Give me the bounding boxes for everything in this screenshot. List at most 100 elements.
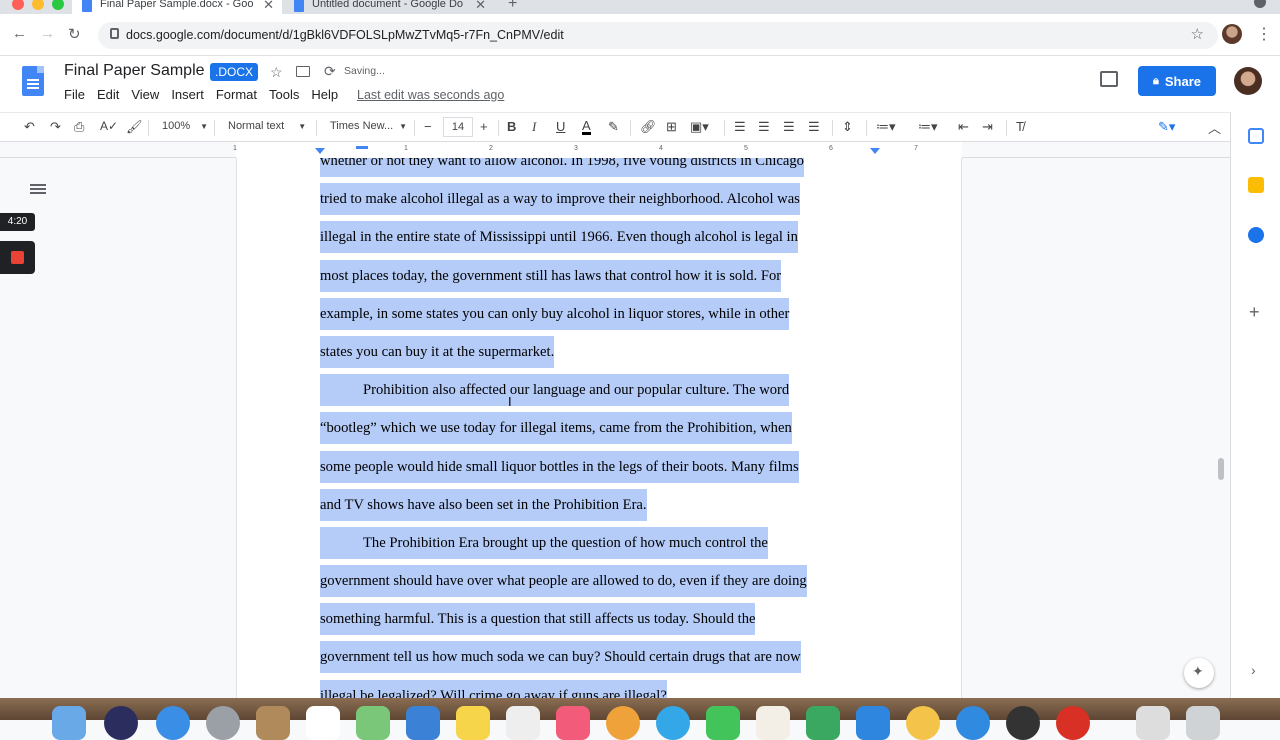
- app-store-icon[interactable]: [956, 706, 990, 740]
- style-select[interactable]: Normal text ▼: [228, 120, 306, 132]
- vertical-scrollbar[interactable]: [1218, 458, 1224, 480]
- increase-font-size-button[interactable]: +: [480, 119, 488, 134]
- profile-menu-icon[interactable]: [1254, 0, 1266, 8]
- docs-logo-icon[interactable]: [22, 66, 44, 96]
- facetime-icon[interactable]: [656, 706, 690, 740]
- calendar-icon[interactable]: [1248, 128, 1264, 144]
- move-folder-icon[interactable]: [296, 66, 310, 77]
- close-window-button[interactable]: [12, 0, 24, 10]
- last-edit-link[interactable]: Last edit was seconds ago: [357, 88, 504, 102]
- downloads-icon[interactable]: [1136, 706, 1170, 740]
- line-spacing-icon[interactable]: ⇕: [842, 119, 853, 135]
- highlight-icon[interactable]: ✎: [608, 119, 619, 135]
- document-title[interactable]: Final Paper Sample: [64, 62, 205, 80]
- tab-close-icon[interactable]: ✕: [475, 0, 486, 13]
- comment-icon[interactable]: ⊞: [666, 119, 677, 135]
- url-text[interactable]: docs.google.com/document/d/1gBkl6VDFOLSL…: [126, 28, 564, 42]
- menu-help[interactable]: Help: [311, 87, 338, 102]
- decrease-indent-icon[interactable]: ⇤: [958, 119, 969, 135]
- zoom-select[interactable]: 100% ▼: [162, 120, 208, 132]
- document-outline-icon[interactable]: [30, 184, 46, 198]
- tab-close-icon[interactable]: ✕: [263, 0, 274, 13]
- right-indent-marker[interactable]: [870, 148, 880, 154]
- menu-tools[interactable]: Tools: [269, 87, 299, 102]
- redo-icon[interactable]: ↷: [50, 119, 61, 135]
- bookmark-star-icon[interactable]: ☆: [1191, 25, 1204, 43]
- document-line[interactable]: illegal be legalized? Will crime go away…: [320, 677, 880, 698]
- document-line[interactable]: states you can buy it at the supermarket…: [320, 333, 880, 371]
- increase-indent-icon[interactable]: ⇥: [982, 119, 993, 135]
- pages-icon[interactable]: [756, 706, 790, 740]
- reminders-icon[interactable]: [506, 706, 540, 740]
- browser-tab-untitled[interactable]: Untitled document - Google Do ✕: [284, 0, 494, 14]
- forward-arrow-icon[interactable]: →: [40, 25, 55, 42]
- photos-icon[interactable]: [606, 706, 640, 740]
- first-line-indent-marker[interactable]: [356, 146, 368, 149]
- reload-icon[interactable]: ↻: [68, 25, 81, 43]
- browser-profile-avatar[interactable]: [1222, 24, 1242, 44]
- collapse-toolbar-icon[interactable]: ︿: [1208, 118, 1221, 137]
- bulleted-list-icon[interactable]: ≔▾: [918, 119, 938, 135]
- font-size-input[interactable]: 14: [443, 117, 473, 137]
- left-indent-marker[interactable]: [315, 148, 325, 154]
- document-line[interactable]: government tell us how much soda we can …: [320, 638, 880, 676]
- clear-formatting-icon[interactable]: T̸: [1016, 119, 1024, 134]
- keynote-icon[interactable]: [856, 706, 890, 740]
- keep-icon[interactable]: [1248, 177, 1264, 193]
- document-line[interactable]: tried to make alcohol illegal as a way t…: [320, 180, 880, 218]
- document-line[interactable]: Prohibition also affected our language a…: [320, 371, 880, 409]
- document-line[interactable]: and TV shows have also been set in the P…: [320, 486, 880, 524]
- music-icon[interactable]: [556, 706, 590, 740]
- image-icon[interactable]: ▣▾: [690, 119, 709, 135]
- document-line[interactable]: government should have over what people …: [320, 562, 880, 600]
- omnibox[interactable]: docs.google.com/document/d/1gBkl6VDFOLSL…: [98, 22, 1218, 49]
- document-line[interactable]: whether or not they want to allow alcoho…: [320, 158, 880, 180]
- show-side-panel-icon[interactable]: ›: [1251, 662, 1256, 678]
- menu-file[interactable]: File: [64, 87, 85, 102]
- siri-icon[interactable]: [104, 706, 138, 740]
- app-icon[interactable]: [906, 706, 940, 740]
- justify-icon[interactable]: ☰: [808, 119, 820, 135]
- explore-button[interactable]: [1184, 658, 1214, 688]
- maximize-window-button[interactable]: [52, 0, 64, 10]
- tasks-icon[interactable]: [1248, 227, 1264, 243]
- messages-icon[interactable]: [706, 706, 740, 740]
- maps-icon[interactable]: [356, 706, 390, 740]
- text-color-icon[interactable]: A: [582, 119, 591, 135]
- menu-insert[interactable]: Insert: [171, 87, 204, 102]
- new-tab-button[interactable]: +: [508, 0, 517, 13]
- screen-recorder-icon[interactable]: [1006, 706, 1040, 740]
- browser-tab-final-paper[interactable]: Final Paper Sample.docx - Goo ✕: [72, 0, 282, 14]
- align-left-icon[interactable]: ☰: [734, 119, 746, 135]
- safari-icon[interactable]: [156, 706, 190, 740]
- menu-view[interactable]: View: [131, 87, 159, 102]
- share-button[interactable]: 🔒︎ Share: [1138, 66, 1216, 96]
- document-line[interactable]: most places today, the government still …: [320, 257, 880, 295]
- decrease-font-size-button[interactable]: −: [424, 119, 432, 134]
- browser-menu-icon[interactable]: ⋮: [1256, 24, 1272, 44]
- undo-icon[interactable]: ↶: [24, 119, 35, 135]
- numbered-list-icon[interactable]: ≔▾: [876, 119, 896, 135]
- menu-format[interactable]: Format: [216, 87, 257, 102]
- document-line[interactable]: The Prohibition Era brought up the quest…: [320, 524, 880, 562]
- document-body-text[interactable]: whether or not they want to allow alcoho…: [320, 158, 880, 698]
- stickies-icon[interactable]: [456, 706, 490, 740]
- font-select[interactable]: Times New... ▼: [330, 120, 407, 132]
- app-icon-red[interactable]: [1056, 706, 1090, 740]
- system-preferences-icon[interactable]: [206, 706, 240, 740]
- document-line[interactable]: some people would hide small liquor bott…: [320, 448, 880, 486]
- menu-edit[interactable]: Edit: [97, 87, 119, 102]
- link-icon[interactable]: 🔗︎: [640, 119, 657, 135]
- account-avatar[interactable]: [1234, 67, 1262, 95]
- add-addon-icon[interactable]: +: [1249, 302, 1260, 323]
- document-line[interactable]: something harmful. This is a question th…: [320, 600, 880, 638]
- stop-recording-button[interactable]: [0, 241, 35, 274]
- document-line[interactable]: illegal in the entire state of Mississip…: [320, 218, 880, 256]
- minimize-window-button[interactable]: [32, 0, 44, 10]
- calendar-app-icon[interactable]: [306, 706, 340, 740]
- mail-icon[interactable]: [406, 706, 440, 740]
- editing-mode-icon[interactable]: ✎▾: [1158, 119, 1175, 135]
- underline-icon[interactable]: U: [556, 119, 565, 134]
- italic-icon[interactable]: I: [532, 119, 536, 135]
- document-line[interactable]: example, in some states you can only buy…: [320, 295, 880, 333]
